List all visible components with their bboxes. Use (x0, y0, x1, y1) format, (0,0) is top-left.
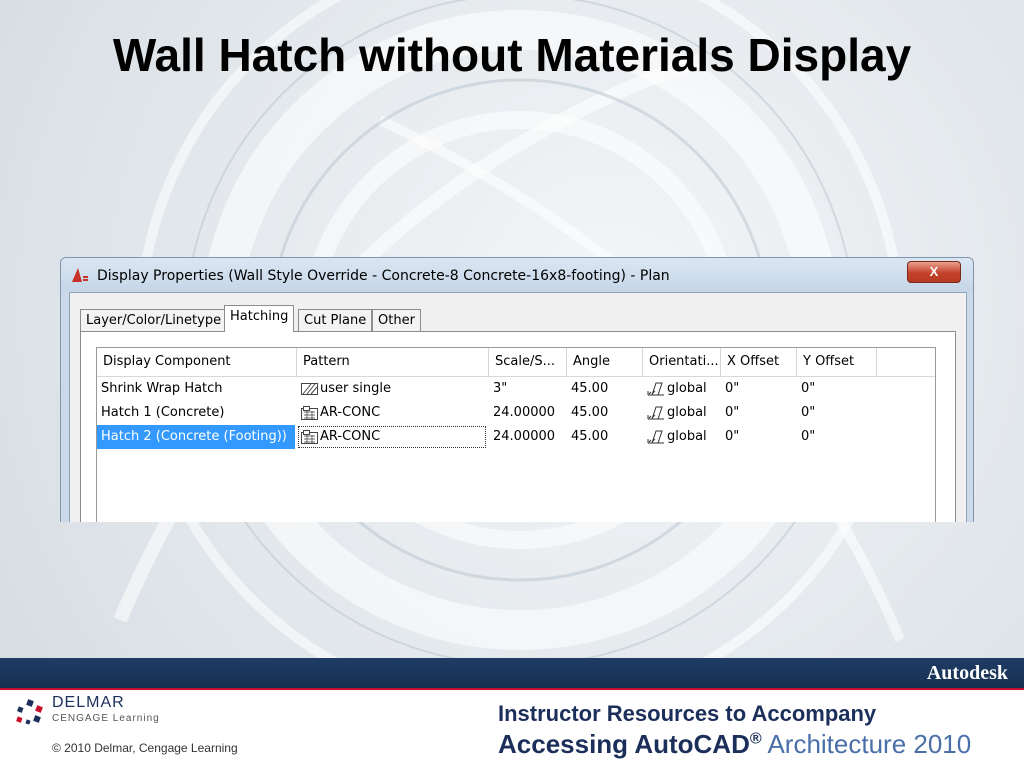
autodesk-logo: Autodesk (926, 662, 1008, 684)
dialog-titlebar[interactable]: Display Properties (Wall Style Override … (61, 258, 973, 292)
cell-x-offset[interactable]: 0" (721, 377, 797, 401)
column-header-pattern[interactable]: Pattern (297, 348, 489, 376)
tab-hatching[interactable]: Hatching (224, 305, 295, 332)
column-header-display-component[interactable]: Display Component (97, 348, 297, 376)
product-title-bold: Accessing AutoCAD (498, 729, 750, 759)
cell-y-offset[interactable]: 0" (797, 377, 877, 401)
tab-layer-color-linetype[interactable]: Layer/Color/Linetype (80, 309, 228, 331)
pattern-name: user single (320, 381, 391, 396)
slide-title: Wall Hatch without Materials Display (112, 29, 912, 81)
column-header-scale[interactable]: Scale/S... (489, 348, 567, 376)
hatch-user-single-icon (301, 382, 318, 395)
dialog-client-area: Layer/Color/Linetype Hatching Cut Plane … (69, 292, 967, 522)
product-title-light: Architecture 2010 (761, 729, 972, 759)
cell-orientation[interactable]: global (643, 425, 721, 449)
close-button[interactable]: X (907, 261, 961, 283)
tab-other[interactable]: Other (372, 309, 421, 331)
grid-header: Display Component Pattern Scale/S... Ang… (97, 348, 935, 377)
footer-band: Autodesk (0, 658, 1024, 688)
product-title: Accessing AutoCAD® Architecture 2010 (498, 729, 971, 760)
cell-x-offset[interactable]: 0" (721, 425, 797, 449)
column-header-orientation[interactable]: Orientati... (643, 348, 721, 376)
cell-angle[interactable]: 45.00 (567, 377, 643, 401)
table-row[interactable]: Shrink Wrap Hatch user single 3" 45.00 g… (97, 377, 935, 401)
column-header-x-offset[interactable]: X Offset (721, 348, 797, 376)
dialog-title: Display Properties (Wall Style Override … (97, 268, 670, 284)
hatching-grid: Display Component Pattern Scale/S... Ang… (96, 347, 936, 522)
orientation-global-icon (647, 382, 664, 395)
cell-orientation[interactable]: global (643, 401, 721, 425)
pattern-name: AR-CONC (320, 429, 381, 444)
tab-cut-plane[interactable]: Cut Plane (298, 309, 373, 331)
hatch-ar-conc-icon (301, 429, 318, 444)
publisher-subtitle: CENGAGE Learning (52, 713, 160, 724)
registered-mark: ® (749, 730, 762, 748)
column-header-y-offset[interactable]: Y Offset (797, 348, 877, 376)
orientation-value: global (667, 381, 707, 396)
publisher-name: DELMAR (52, 694, 125, 711)
cell-display-component[interactable]: Hatch 2 (Concrete (Footing)) (97, 425, 295, 449)
cell-display-component[interactable]: Hatch 1 (Concrete) (97, 401, 295, 425)
copyright-text: © 2010 Delmar, Cengage Learning (52, 741, 238, 755)
cell-display-component[interactable]: Shrink Wrap Hatch (97, 377, 295, 401)
orientation-global-icon (647, 406, 664, 419)
cell-y-offset[interactable]: 0" (797, 425, 877, 449)
display-properties-dialog: Display Properties (Wall Style Override … (60, 257, 974, 522)
autocad-app-icon (72, 268, 88, 282)
hatch-ar-conc-icon (301, 405, 318, 420)
cell-scale[interactable]: 24.00000 (489, 401, 567, 425)
cell-scale[interactable]: 24.00000 (489, 425, 567, 449)
cell-x-offset[interactable]: 0" (721, 401, 797, 425)
cell-pattern[interactable]: AR-CONC (297, 425, 487, 449)
delmar-logo-icon (16, 699, 43, 725)
orientation-global-icon (647, 430, 664, 443)
cell-pattern[interactable]: AR-CONC (297, 401, 487, 425)
table-row[interactable]: Hatch 2 (Concrete (Footing)) AR-CONC 24.… (97, 425, 935, 449)
cell-scale[interactable]: 3" (489, 377, 567, 401)
cell-orientation[interactable]: global (643, 377, 721, 401)
column-header-angle[interactable]: Angle (567, 348, 643, 376)
cell-angle[interactable]: 45.00 (567, 425, 643, 449)
table-row[interactable]: Hatch 1 (Concrete) AR-CONC 24.00000 45.0… (97, 401, 935, 425)
cell-pattern[interactable]: user single (297, 377, 487, 401)
cell-angle[interactable]: 45.00 (567, 401, 643, 425)
orientation-value: global (667, 405, 707, 420)
pattern-name: AR-CONC (320, 405, 381, 420)
cell-y-offset[interactable]: 0" (797, 401, 877, 425)
orientation-value: global (667, 429, 707, 444)
instructor-resources-text: Instructor Resources to Accompany (498, 701, 877, 726)
